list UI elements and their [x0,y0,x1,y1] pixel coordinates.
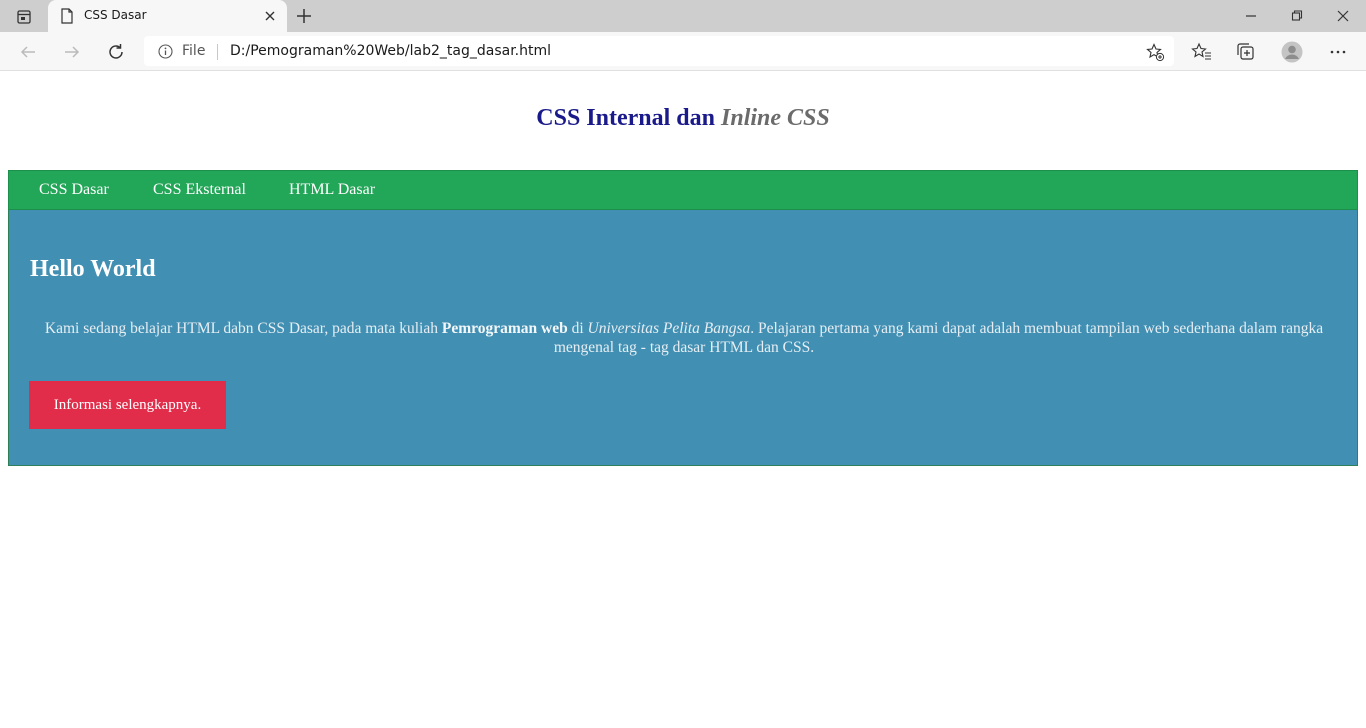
section-title: Hello World [30,256,156,282]
favorites-icon[interactable] [1191,41,1213,63]
browser-toolbar: File D:/Pemograman%20Web/lab2_tag_dasar.… [0,32,1366,71]
nav-link-css-eksternal[interactable]: CSS Eksternal [153,181,246,199]
forward-icon[interactable] [61,41,83,63]
browser-tab-active[interactable]: CSS Dasar [48,0,287,32]
page-icon [60,8,74,24]
web-page: CSS Internal dan Inline CSS CSS Dasar CS… [0,71,1366,728]
tab-actions-icon[interactable] [10,7,38,27]
nav-link-css-dasar[interactable]: CSS Dasar [39,181,109,199]
collections-icon[interactable] [1235,41,1257,63]
minimize-icon[interactable] [1242,7,1260,25]
content-section: Hello World Kami sedang belajar HTML dab… [8,210,1358,466]
restore-icon[interactable] [1288,7,1306,25]
new-tab-icon[interactable] [294,6,314,26]
intro-paragraph: Kami sedang belajar HTML dabn CSS Dasar,… [19,319,1349,357]
paragraph-bold: Pemrograman web [441,320,568,337]
paragraph-text-1: Kami sedang belajar HTML dabn CSS Dasar,… [44,320,438,337]
more-menu-icon[interactable] [1327,41,1349,63]
url-text[interactable]: D:/Pemograman%20Web/lab2_tag_dasar.html [230,43,551,59]
paragraph-italic: Universitas Pelita Bangsa [587,320,751,337]
address-bar[interactable]: File D:/Pemograman%20Web/lab2_tag_dasar.… [144,36,1174,66]
profile-avatar-icon[interactable] [1281,41,1303,63]
heading-main: CSS Internal dan [536,105,715,131]
refresh-icon[interactable] [105,41,127,63]
add-favorite-icon[interactable] [1145,42,1165,62]
address-scheme-label: File [182,43,206,59]
browser-tab-bar: CSS Dasar [0,0,1366,32]
info-icon[interactable] [158,44,173,59]
more-info-button[interactable]: Informasi selengkapnya. [29,381,226,429]
address-divider [217,44,218,60]
page-heading: CSS Internal dan Inline CSS [0,105,1366,132]
nav-link-html-dasar[interactable]: HTML Dasar [289,181,375,199]
paragraph-text-2: di [571,320,584,337]
window-close-icon[interactable] [1334,7,1352,25]
back-icon[interactable] [17,41,39,63]
navbar: CSS Dasar CSS Eksternal HTML Dasar [8,170,1358,210]
tab-close-icon[interactable] [263,9,277,23]
tab-title: CSS Dasar [84,8,147,22]
heading-italic: Inline CSS [721,105,830,131]
